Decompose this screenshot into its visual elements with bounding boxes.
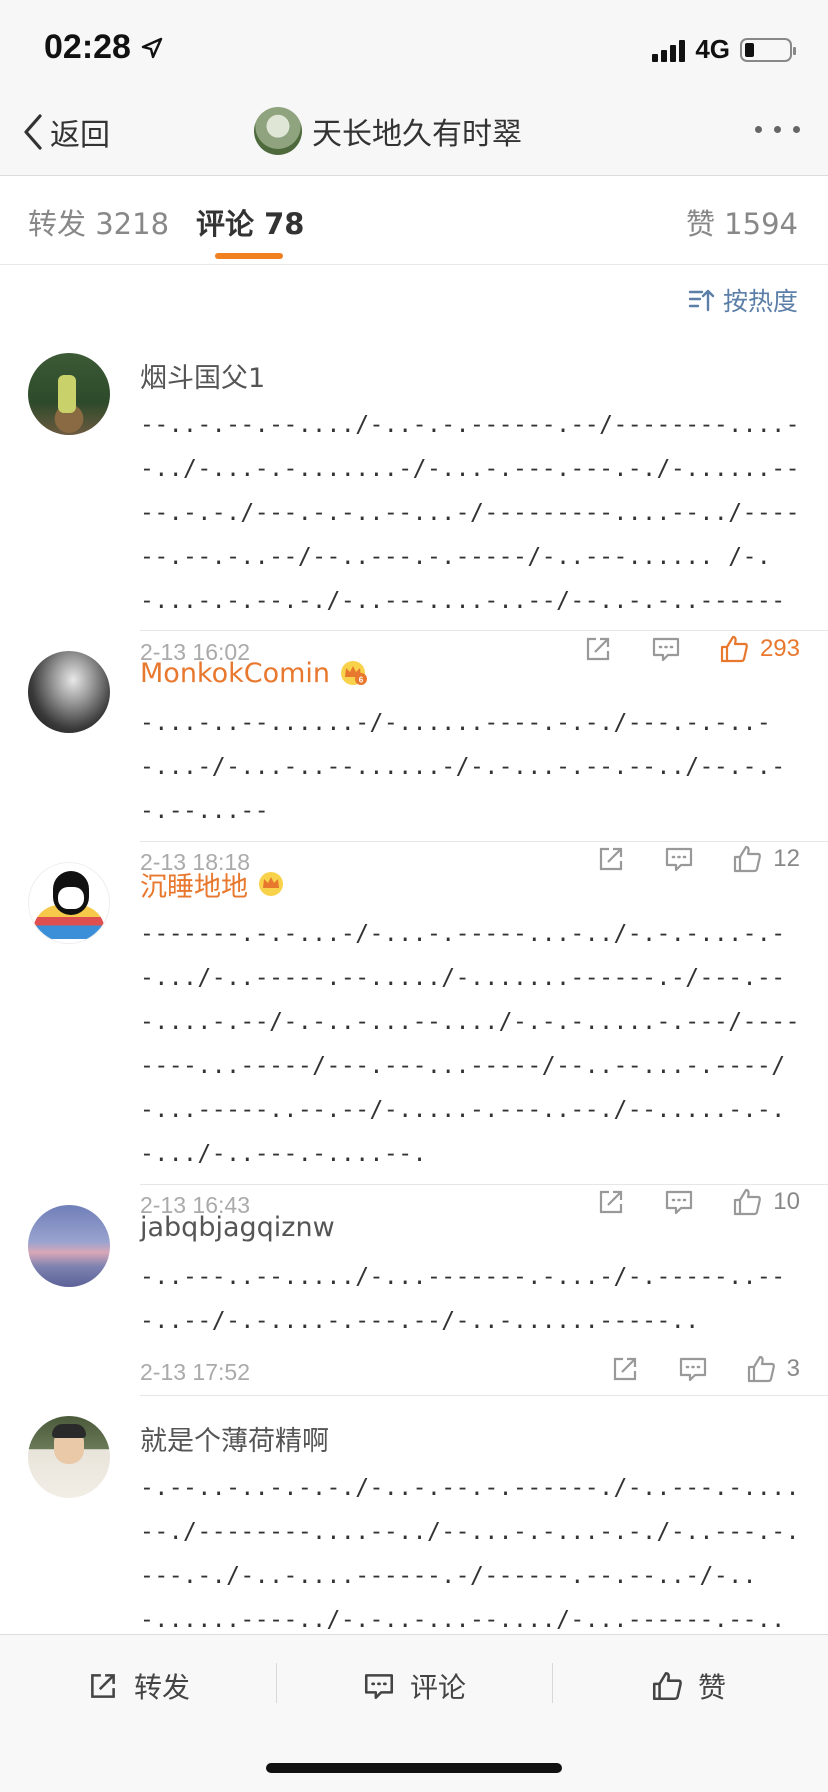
- comment-text: -...-..--......-/-......----.-.-./---.-.…: [140, 710, 786, 824]
- svg-text:6: 6: [359, 676, 364, 685]
- signal-icon: [652, 38, 686, 62]
- repost-label: 转发: [134, 1671, 191, 1704]
- divider: [552, 1663, 553, 1703]
- sort-icon: [688, 289, 715, 312]
- share-icon: [613, 1357, 636, 1381]
- tab-likes[interactable]: 赞 1594: [686, 201, 798, 243]
- page-title: 天长地久有时翠: [312, 117, 522, 152]
- divider: [276, 1663, 277, 1703]
- repost-post-button[interactable]: 转发: [86, 1661, 190, 1711]
- share-icon: [91, 1674, 115, 1698]
- like-label: 赞: [698, 1671, 727, 1704]
- more-icon[interactable]: [755, 126, 800, 133]
- comment-list: 烟斗国父1 --..-.--.--..../-..-.-.------.--/-…: [0, 340, 828, 1636]
- back-label: 返回: [50, 118, 110, 153]
- comment-username[interactable]: jabqbjagqiznw: [140, 1207, 800, 1247]
- status-bar: 02:28 4G: [0, 0, 828, 96]
- avatar: [254, 107, 302, 155]
- like-count: 3: [786, 1355, 800, 1382]
- avatar[interactable]: [28, 353, 110, 435]
- username-label: MonkokComin: [140, 657, 331, 689]
- sort-by-hot-button[interactable]: 按热度: [687, 282, 798, 318]
- comment-label: 评论: [410, 1671, 467, 1704]
- like-post-button[interactable]: 赞: [650, 1661, 726, 1711]
- comment-username[interactable]: 沉睡地地: [140, 864, 800, 904]
- comment-icon: [364, 1674, 394, 1699]
- comment-text: -..---..--...../-...-------.-...-/-.----…: [140, 1264, 786, 1334]
- comment-post-button[interactable]: 评论: [362, 1661, 466, 1711]
- comment-text: -.--..-..-.-.-./-..-.--.-.------./-..---…: [140, 1475, 800, 1633]
- comment-username[interactable]: 烟斗国父1: [140, 355, 800, 395]
- chevron-left-icon: [24, 114, 42, 150]
- comment-icon: [679, 1357, 706, 1382]
- status-time: 02:28: [44, 28, 131, 66]
- navigation-bar: 返回 天长地久有时翠: [0, 96, 828, 176]
- tab-indicator: [215, 253, 283, 259]
- comment-item: MonkokComin 6 -...-..--......-/-......--…: [0, 631, 828, 875]
- comment-item: jabqbjagqiznw -..---..--...../-...------…: [0, 1185, 828, 1395]
- thumbs-up-icon: [652, 1671, 682, 1701]
- avatar[interactable]: [28, 862, 110, 944]
- location-arrow-icon: [141, 37, 163, 59]
- comment-text: -------.-.-...-/-...-.-----...-../-.-.-.…: [140, 921, 800, 1167]
- tab-bar: 转发 3218 评论 78 赞 1594: [0, 177, 828, 265]
- reply-button[interactable]: [677, 1353, 709, 1385]
- nav-user[interactable]: 天长地久有时翠: [254, 106, 522, 156]
- status-indicators: 4G: [652, 34, 796, 65]
- repost-button[interactable]: [609, 1353, 641, 1385]
- avatar[interactable]: [28, 1205, 110, 1287]
- comment-username[interactable]: 就是个薄荷精啊: [140, 1418, 800, 1458]
- comment-text: --..-.--.--..../-..-.-.------.--/-------…: [140, 412, 800, 614]
- comment-item: 烟斗国父1 --..-.--.--..../-..-.-.------.--/-…: [0, 340, 828, 665]
- thumbs-up-icon: [747, 1355, 775, 1383]
- comment-item: 沉睡地地 -------.-.-...-/-...-.-----...-../-…: [0, 842, 828, 1218]
- avatar[interactable]: [28, 1416, 110, 1498]
- tab-reposts[interactable]: 转发 3218: [28, 201, 169, 243]
- vip-crown-icon: 6: [341, 661, 368, 685]
- battery-icon: [740, 37, 796, 62]
- comment-item: 就是个薄荷精啊 -.--..-..-.-.-./-..-.--.-.------…: [0, 1396, 828, 1636]
- avatar[interactable]: [28, 651, 110, 733]
- like-button[interactable]: 3: [745, 1353, 800, 1385]
- sort-label: 按热度: [722, 287, 798, 316]
- vip-crown-icon: [259, 872, 283, 896]
- comment-time: 2-13 17:52: [140, 1359, 250, 1385]
- home-indicator[interactable]: [266, 1763, 562, 1773]
- network-label: 4G: [695, 34, 730, 64]
- username-label: 沉睡地地: [140, 871, 248, 903]
- comment-username[interactable]: MonkokComin 6: [140, 653, 800, 693]
- tab-comments[interactable]: 评论 78: [196, 201, 304, 243]
- back-button[interactable]: 返回: [22, 110, 110, 154]
